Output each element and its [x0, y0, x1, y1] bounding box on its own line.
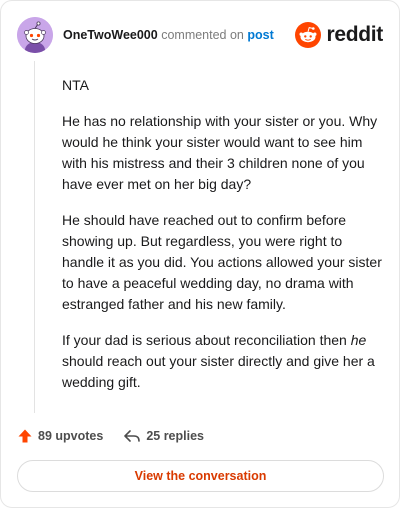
- byline-action-text: commented on: [161, 28, 244, 42]
- comment-paragraph: He has no relationship with your sister …: [62, 113, 378, 192]
- upvote-arrow-icon: [18, 429, 32, 443]
- upvote-count: 89 upvotes: [38, 429, 104, 443]
- comment-paragraph-last: If your dad is serious about reconciliat…: [62, 330, 382, 393]
- reply-button[interactable]: 25 replies: [123, 428, 204, 444]
- comment-text: should reach out your sister directly an…: [62, 353, 375, 390]
- reddit-wordmark: reddit: [326, 23, 383, 46]
- post-link[interactable]: post: [247, 28, 273, 42]
- comment-text: If your dad is serious about reconciliat…: [62, 332, 351, 348]
- reddit-logo[interactable]: reddit: [295, 19, 383, 51]
- user-avatar[interactable]: [17, 17, 53, 53]
- comment-card: OneTwoWee000 commented on post reddit NT…: [0, 0, 400, 508]
- comment-paragraph: NTA: [62, 77, 89, 93]
- username[interactable]: OneTwoWee000: [63, 28, 158, 42]
- comment-paragraph: He should have reached out to confirm be…: [62, 212, 382, 312]
- comment-body: NTA He has no relationship with your sis…: [62, 75, 382, 408]
- reply-arrow-icon: [124, 430, 141, 442]
- thread-line: [34, 61, 35, 413]
- reddit-snoo-icon: [295, 22, 322, 48]
- comment-actions: 89 upvotes 25 replies: [17, 425, 204, 447]
- upvote-button[interactable]: 89 upvotes: [17, 428, 103, 444]
- comment-header: OneTwoWee000 commented on post reddit: [17, 17, 383, 53]
- avatar-snoo-icon: [17, 17, 53, 53]
- byline: OneTwoWee000 commented on post: [63, 27, 274, 43]
- view-conversation-button[interactable]: View the conversation: [17, 460, 384, 492]
- comment-emphasis: he: [350, 332, 367, 348]
- reply-count: 25 replies: [146, 429, 204, 443]
